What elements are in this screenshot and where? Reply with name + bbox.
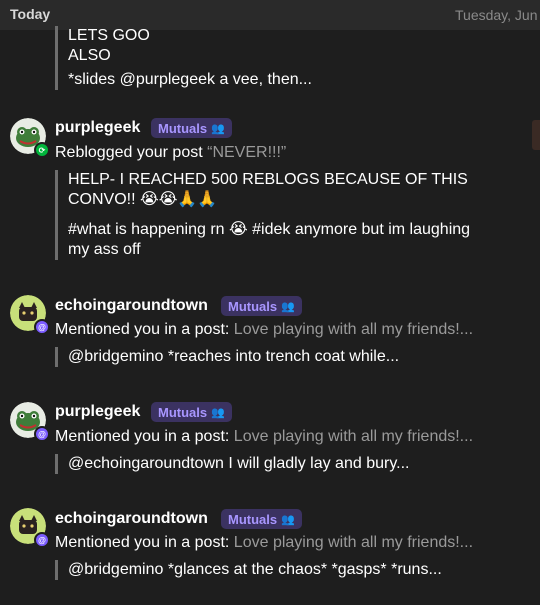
- at-icon: @: [34, 426, 50, 442]
- quote-line: my ass off: [68, 241, 141, 258]
- avatar[interactable]: @: [10, 508, 50, 548]
- username[interactable]: echoingaroundtown: [55, 297, 208, 315]
- quote-line: *slides @purplegeek a vee, then...: [68, 71, 312, 88]
- notification-action[interactable]: Mentioned you in a post: Love playing wi…: [55, 534, 473, 552]
- reblog-icon: ⟳: [34, 142, 50, 158]
- username[interactable]: purplegeek: [55, 403, 140, 421]
- post-quote[interactable]: HELP- I REACHED 500 REBLOGS BECAUSE OF T…: [55, 170, 470, 260]
- side-panel-edge: [532, 120, 540, 150]
- action-text: Mentioned you in a post:: [55, 428, 230, 445]
- date-label: Tuesday, Jun: [455, 7, 538, 23]
- post-title: Love playing with all my friends!...: [233, 534, 474, 551]
- notification-action[interactable]: Reblogged your post “NEVER!!!”: [55, 144, 286, 162]
- at-icon: @: [34, 319, 50, 335]
- quote-line: @bridgemino *reaches into trench coat wh…: [68, 348, 400, 365]
- quote-line: #what is happening rn 😭 #idek anymore bu…: [68, 221, 471, 238]
- today-label: Today: [10, 6, 51, 22]
- post-quote[interactable]: @echoingaroundtown I will gladly lay and…: [55, 454, 409, 474]
- at-icon: @: [34, 532, 50, 548]
- quote-line: ALSO: [68, 47, 111, 64]
- quote-line: @bridgemino *glances at the chaos* *gasp…: [68, 561, 442, 578]
- mutuals-badge: Mutuals 👥: [221, 296, 302, 316]
- username[interactable]: echoingaroundtown: [55, 510, 208, 528]
- badge-label: Mutuals: [228, 298, 278, 314]
- avatar[interactable]: @: [10, 295, 50, 335]
- post-quote[interactable]: LETS GOO ALSO *slides @purplegeek a vee,…: [55, 26, 312, 90]
- quote-line: @echoingaroundtown I will gladly lay and…: [68, 455, 410, 472]
- people-icon: 👥: [281, 300, 295, 313]
- mutuals-badge: Mutuals 👥: [151, 118, 232, 138]
- post-title: Love playing with all my friends!...: [233, 428, 474, 445]
- badge-label: Mutuals: [158, 120, 208, 136]
- post-quote[interactable]: @bridgemino *glances at the chaos* *gasp…: [55, 560, 442, 580]
- quote-line: LETS GOO: [68, 27, 150, 44]
- mutuals-badge: Mutuals 👥: [221, 509, 302, 529]
- people-icon: 👥: [211, 122, 225, 135]
- username[interactable]: purplegeek: [55, 119, 140, 137]
- quote-line: HELP- I REACHED 500 REBLOGS BECAUSE OF T…: [68, 171, 468, 188]
- mutuals-badge: Mutuals 👥: [151, 402, 232, 422]
- action-text: Mentioned you in a post:: [55, 321, 230, 338]
- action-text: Mentioned you in a post:: [55, 534, 230, 551]
- people-icon: 👥: [281, 513, 295, 526]
- notification-action[interactable]: Mentioned you in a post: Love playing wi…: [55, 321, 473, 339]
- notification-action[interactable]: Mentioned you in a post: Love playing wi…: [55, 428, 473, 446]
- post-title: Love playing with all my friends!...: [233, 321, 474, 338]
- quote-line: CONVO!! 😭😭🙏🙏: [68, 191, 218, 208]
- action-text: Reblogged your post: [55, 144, 203, 161]
- badge-label: Mutuals: [228, 511, 278, 527]
- badge-label: Mutuals: [158, 404, 208, 420]
- post-title: “NEVER!!!”: [207, 144, 287, 161]
- avatar[interactable]: ⟳: [10, 118, 50, 158]
- people-icon: 👥: [211, 406, 225, 419]
- post-quote[interactable]: @bridgemino *reaches into trench coat wh…: [55, 347, 399, 367]
- avatar[interactable]: @: [10, 402, 50, 442]
